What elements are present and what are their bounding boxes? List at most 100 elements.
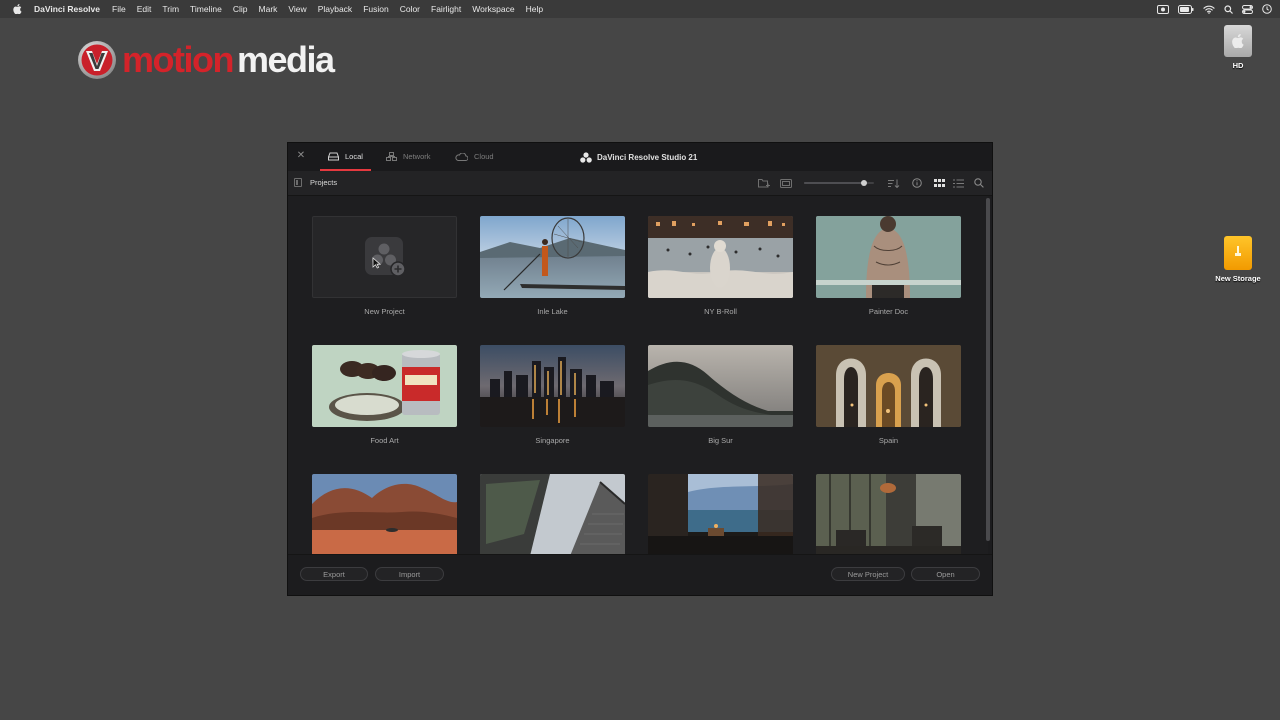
desktop-hd-drive[interactable]: HD — [1218, 25, 1258, 70]
menu-color[interactable]: Color — [400, 4, 420, 14]
grid-icon — [933, 179, 945, 187]
new-project-button[interactable]: New Project — [831, 567, 905, 581]
project-card-ny-b-roll[interactable]: NY B-Roll — [648, 216, 793, 316]
thumbnail-size-fill — [804, 182, 864, 184]
scrollbar-thumb[interactable] — [986, 198, 990, 541]
list-view-button[interactable] — [952, 177, 964, 189]
project-manager-window: ✕ Local Network Cloud DaVinci Resolve St… — [287, 142, 993, 596]
menu-workspace[interactable]: Workspace — [472, 4, 514, 14]
new-project-icon — [364, 237, 406, 277]
project-name: Big Sur — [708, 436, 733, 445]
project-card-food-art[interactable]: Food Art — [312, 345, 457, 445]
battery-icon[interactable] — [1178, 4, 1194, 14]
menu-edit[interactable]: Edit — [137, 4, 152, 14]
cloud-icon — [455, 152, 468, 161]
thumbnail-size-handle[interactable] — [860, 180, 867, 186]
thumbnail-size-slider[interactable] — [804, 180, 874, 186]
project-name: Inle Lake — [537, 307, 568, 316]
info-icon — [912, 178, 922, 188]
project-thumbnail — [816, 474, 961, 556]
hard-drive-icon — [1224, 25, 1252, 57]
menu-mark[interactable]: Mark — [259, 4, 278, 14]
window-title-text: DaVinci Resolve Studio 21 — [597, 152, 698, 162]
tab-local[interactable]: Local — [320, 143, 371, 171]
import-button[interactable]: Import — [375, 567, 444, 581]
toggle-sidebar-button[interactable] — [294, 178, 302, 187]
thumbnail-view-button[interactable] — [780, 177, 792, 189]
project-thumbnail — [648, 345, 793, 427]
export-button[interactable]: Export — [300, 567, 368, 581]
apple-icon — [12, 4, 21, 14]
new-folder-button[interactable] — [758, 177, 770, 189]
project-thumbnail — [480, 474, 625, 556]
desktop-new-storage[interactable]: New Storage — [1208, 236, 1268, 283]
menu-view[interactable]: View — [288, 4, 306, 14]
screen-record-icon[interactable] — [1157, 4, 1169, 14]
project-grid-scrollbar[interactable] — [986, 196, 990, 557]
menu-trim[interactable]: Trim — [162, 4, 179, 14]
tab-network[interactable]: Network — [386, 143, 431, 170]
tab-cloud[interactable]: Cloud — [455, 143, 494, 170]
project-card-painter-doc[interactable]: Painter Doc — [816, 216, 961, 316]
project-thumbnail — [816, 216, 961, 298]
menu-fusion[interactable]: Fusion — [363, 4, 389, 14]
motionmedia-logo: motion media — [76, 39, 335, 80]
project-card-spain[interactable]: Spain — [816, 345, 961, 445]
app-menu[interactable]: DaVinci Resolve — [34, 4, 100, 14]
desktop-new-storage-label: New Storage — [1215, 274, 1261, 283]
project-thumbnail — [480, 216, 625, 298]
sort-button[interactable] — [888, 177, 900, 189]
menubar: DaVinci Resolve File Edit Trim Timeline … — [0, 0, 1280, 18]
project-name: Singapore — [535, 436, 570, 445]
drive-icon — [328, 152, 339, 161]
motionmedia-mark-icon — [78, 41, 116, 79]
menu-fairlight[interactable]: Fairlight — [431, 4, 461, 14]
tab-network-label: Network — [403, 152, 431, 161]
search-icon[interactable] — [1224, 4, 1233, 14]
project-name: Spain — [878, 436, 899, 445]
wifi-icon[interactable] — [1203, 5, 1215, 14]
project-card-inle-lake[interactable]: Inle Lake — [480, 216, 625, 316]
logo-word-motion: motion — [122, 39, 234, 80]
search-projects-button[interactable] — [973, 177, 985, 189]
project-card-singapore[interactable]: Singapore — [480, 345, 625, 445]
project-thumbnail — [648, 216, 793, 298]
list-icon — [952, 179, 964, 187]
project-name: Food Art — [370, 436, 399, 445]
tab-local-label: Local — [345, 152, 363, 161]
mouse-cursor-icon — [372, 257, 381, 269]
close-window-button[interactable]: ✕ — [296, 151, 306, 161]
project-card-interior[interactable] — [816, 474, 961, 557]
apple-menu[interactable] — [0, 4, 34, 14]
window-titlebar: ✕ Local Network Cloud DaVinci Resolve St… — [288, 143, 992, 172]
external-drive-icon — [1224, 236, 1252, 270]
window-footer: Export Import New Project Open — [288, 554, 992, 595]
davinci-resolve-logo-icon — [580, 151, 592, 163]
grid-view-button[interactable] — [933, 177, 945, 189]
open-button[interactable]: Open — [911, 567, 980, 581]
project-card-desert[interactable] — [312, 474, 457, 557]
project-card-new[interactable]: New Project — [312, 216, 457, 316]
control-center-icon[interactable] — [1242, 4, 1253, 14]
menu-file[interactable]: File — [112, 4, 126, 14]
project-card-building[interactable] — [480, 474, 625, 557]
menu-playback[interactable]: Playback — [318, 4, 353, 14]
info-button[interactable] — [911, 177, 923, 189]
search-icon — [974, 178, 984, 188]
project-card-big-sur[interactable]: Big Sur — [648, 345, 793, 445]
menu-clip[interactable]: Clip — [233, 4, 248, 14]
menu-timeline[interactable]: Timeline — [190, 4, 222, 14]
menu-help[interactable]: Help — [526, 4, 543, 14]
network-icon — [386, 152, 397, 161]
project-thumbnail — [312, 345, 457, 427]
project-grid: New Project Inle Lake NY B-Roll Painter … — [288, 196, 988, 557]
logo-word-media: media — [236, 39, 335, 80]
new-folder-icon — [758, 179, 770, 188]
clock-icon[interactable] — [1262, 4, 1272, 14]
project-thumbnail — [312, 474, 457, 556]
project-name: New Project — [364, 307, 405, 316]
status-area — [1157, 0, 1272, 18]
breadcrumb: Projects — [310, 178, 338, 187]
projects-toolbar: Projects — [288, 171, 992, 196]
project-card-pool[interactable] — [648, 474, 793, 557]
